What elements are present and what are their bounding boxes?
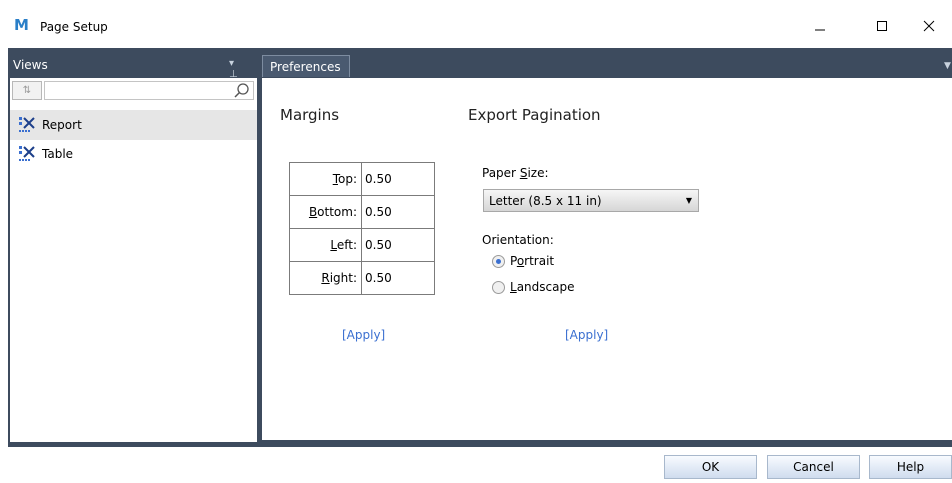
pin-icon[interactable]: ▾ ⊥ <box>229 58 257 80</box>
export-pagination-title: Export Pagination <box>468 106 601 124</box>
maximize-button[interactable] <box>859 10 905 42</box>
maximize-icon <box>877 21 887 31</box>
help-button[interactable]: Help <box>869 455 952 479</box>
margin-left-label: Left: <box>289 229 361 262</box>
margins-title: Margins <box>280 106 340 124</box>
ok-button[interactable]: OK <box>664 455 757 479</box>
views-list: Report Table <box>10 110 257 168</box>
title-bar: M Page Setup <box>0 0 952 48</box>
view-item-label: Report <box>42 118 82 132</box>
margins-grid: Top: Bottom: Left: Right: <box>289 162 435 295</box>
tab-preferences[interactable]: Preferences <box>262 55 350 77</box>
orientation-label: Orientation: <box>482 233 554 247</box>
view-item-table[interactable]: Table <box>10 140 257 168</box>
dialog-footer: OK Cancel Help <box>0 447 952 483</box>
table-icon <box>19 146 35 161</box>
chevron-down-icon[interactable]: ▼ <box>944 61 951 71</box>
landscape-label: Landscape <box>510 280 575 294</box>
paper-size-label: Paper Size: <box>482 166 549 180</box>
margin-right-input[interactable] <box>361 262 435 295</box>
report-icon <box>19 117 35 132</box>
margin-row-left: Left: <box>289 229 435 262</box>
portrait-label: Portrait <box>510 254 555 268</box>
minimize-icon <box>815 29 825 31</box>
views-filter-input[interactable] <box>44 81 254 100</box>
views-panel: ⇅ Report Table <box>10 78 257 442</box>
search-icon[interactable] <box>233 82 251 100</box>
window-title: Page Setup <box>40 20 108 34</box>
view-item-label: Table <box>42 147 74 161</box>
margin-row-right: Right: <box>289 262 435 295</box>
landscape-option[interactable]: Landscape <box>492 280 574 294</box>
sort-button[interactable]: ⇅ <box>12 81 42 100</box>
margin-bottom-input[interactable] <box>361 196 435 229</box>
views-panel-header: Views ▾ ⊥ <box>9 55 257 80</box>
margin-row-bottom: Bottom: <box>289 196 435 229</box>
portrait-option[interactable]: Portrait <box>492 254 554 268</box>
margin-left-input[interactable] <box>361 229 435 262</box>
view-item-report[interactable]: Report <box>10 110 257 140</box>
app-logo-icon: M <box>14 16 29 34</box>
margin-top-label: Top: <box>289 162 361 196</box>
landscape-radio[interactable] <box>492 280 505 294</box>
apply-pagination-link[interactable]: [Apply] <box>565 328 608 342</box>
portrait-radio[interactable] <box>492 254 505 268</box>
views-toolbar: ⇅ <box>10 78 257 104</box>
views-panel-title: Views <box>13 58 48 72</box>
margin-top-input[interactable] <box>361 162 435 196</box>
paper-size-value: Letter (8.5 x 11 in) <box>489 194 602 208</box>
minimize-button[interactable] <box>797 10 843 42</box>
margin-bottom-label: Bottom: <box>289 196 361 229</box>
close-icon <box>923 20 935 32</box>
apply-margins-link[interactable]: [Apply] <box>342 328 385 342</box>
margin-right-label: Right: <box>289 262 361 295</box>
paper-size-select[interactable]: Letter (8.5 x 11 in) ▼ <box>483 189 699 212</box>
close-button[interactable] <box>906 10 952 42</box>
margin-row-top: Top: <box>289 162 435 196</box>
cancel-button[interactable]: Cancel <box>767 455 860 479</box>
dropdown-arrow-icon: ▼ <box>685 196 692 205</box>
preferences-panel: Margins Export Pagination Top: Bottom: L… <box>262 78 952 440</box>
